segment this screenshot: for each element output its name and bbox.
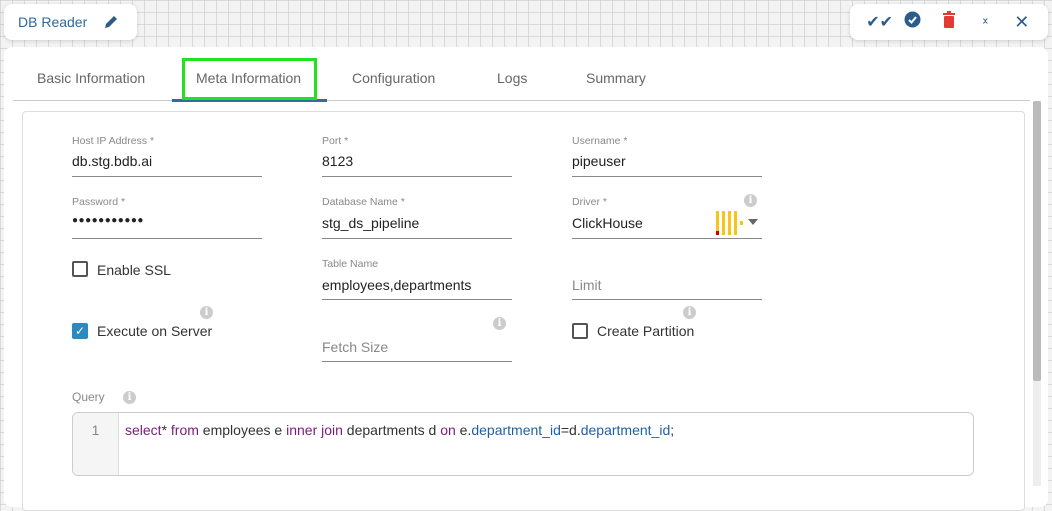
code-token: inner join: [286, 422, 343, 438]
port-label: Port *: [322, 135, 349, 147]
dropdown-caret-icon[interactable]: [748, 219, 758, 225]
query-info-icon[interactable]: i: [123, 391, 136, 404]
tab-logs[interactable]: Logs: [497, 70, 527, 86]
driver-underline: [572, 238, 762, 239]
double-check-icon[interactable]: ✔✔: [866, 12, 893, 32]
host-label: Host IP Address *: [72, 135, 155, 147]
toolbar: ✔✔ ⌄ ⌃ ✕: [850, 4, 1048, 40]
component-title: DB Reader: [18, 14, 88, 30]
execute-on-server-label: Execute on Server: [97, 323, 213, 339]
code-token: =d.: [560, 422, 581, 438]
enable-ssl-checkbox[interactable]: [72, 261, 88, 277]
code-token: employees e: [198, 422, 287, 438]
code-token: departments d: [342, 422, 441, 438]
tab-summary[interactable]: Summary: [586, 70, 646, 86]
fetch-size-input[interactable]: Fetch Size: [322, 339, 388, 355]
host-underline: [72, 176, 262, 177]
close-icon[interactable]: ✕: [1012, 12, 1032, 33]
code-token: *: [161, 422, 171, 438]
check-circle-icon[interactable]: [903, 11, 923, 33]
enable-ssl-label: Enable SSL: [97, 262, 171, 278]
code-token: select: [125, 422, 162, 438]
query-label: Query: [72, 390, 105, 404]
limit-underline: [572, 299, 762, 300]
query-code[interactable]: select* from employees e inner join depa…: [125, 422, 674, 438]
username-underline: [572, 176, 762, 177]
partition-info-icon[interactable]: i: [683, 306, 696, 319]
code-token: department_id: [580, 422, 671, 438]
collapse-icon[interactable]: ⌄ ⌃: [975, 13, 995, 32]
create-partition-label: Create Partition: [597, 323, 695, 339]
username-label: Username *: [572, 135, 628, 147]
line-number: 1: [73, 413, 119, 475]
password-underline: [72, 238, 262, 239]
scrollbar-thumb[interactable]: [1033, 101, 1041, 381]
driver-label: Driver *: [572, 196, 608, 208]
host-input[interactable]: db.stg.bdb.ai: [72, 153, 152, 169]
highlight-box: [182, 58, 317, 100]
table-underline: [322, 299, 512, 300]
tab-basic-information[interactable]: Basic Information: [37, 70, 145, 86]
fetch-size-underline: [322, 361, 512, 362]
execute-on-server-checkbox[interactable]: ✓: [72, 323, 88, 339]
username-input[interactable]: pipeuser: [572, 153, 626, 169]
code-token: ;: [670, 422, 675, 438]
password-input[interactable]: ●●●●●●●●●●●: [72, 215, 144, 226]
port-underline: [322, 176, 512, 177]
code-token: e.: [455, 422, 472, 438]
code-token: on: [440, 422, 456, 438]
port-input[interactable]: 8123: [322, 153, 353, 169]
database-underline: [322, 238, 512, 239]
trash-icon[interactable]: [939, 11, 959, 33]
table-input[interactable]: employees,departments: [322, 277, 471, 293]
database-label: Database Name *: [322, 196, 405, 208]
database-input[interactable]: stg_ds_pipeline: [322, 215, 419, 231]
tab-divider: [13, 100, 1030, 101]
query-editor[interactable]: 1 select* from employees e inner join de…: [72, 412, 974, 476]
limit-input[interactable]: Limit: [572, 277, 602, 293]
fetch-size-info-icon[interactable]: i: [493, 317, 506, 330]
code-token: from: [170, 422, 199, 438]
driver-select[interactable]: ClickHouse: [572, 215, 643, 231]
clickhouse-logo-icon: [716, 211, 743, 235]
table-label: Table Name: [322, 258, 379, 270]
tab-configuration[interactable]: Configuration: [352, 70, 435, 86]
execute-info-icon[interactable]: i: [200, 306, 213, 319]
edit-pencil-icon[interactable]: [103, 14, 119, 30]
driver-info-icon[interactable]: i: [744, 194, 757, 207]
password-label: Password *: [72, 196, 126, 208]
create-partition-checkbox[interactable]: [572, 323, 588, 339]
component-title-card: DB Reader: [4, 4, 137, 40]
code-token: department_id: [471, 422, 561, 438]
